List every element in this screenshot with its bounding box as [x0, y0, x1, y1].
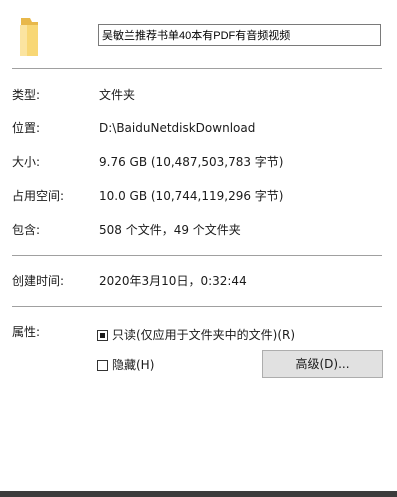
folder-name-field[interactable] [98, 24, 381, 46]
location-value: D:\BaiduNetdiskDownload [99, 121, 256, 135]
location-label: 位置: [12, 121, 41, 135]
size-label: 大小: [12, 155, 41, 169]
type-value: 文件夹 [99, 88, 136, 102]
readonly-label: 只读(仅应用于文件夹中的文件)(R) [112, 328, 296, 342]
hidden-label: 隐藏(H) [112, 358, 155, 372]
advanced-button[interactable]: 高级(D)... [262, 350, 383, 378]
hidden-checkbox[interactable] [97, 359, 108, 371]
contains-label: 包含: [12, 223, 41, 237]
readonly-option[interactable]: 只读(仅应用于文件夹中的文件)(R) [97, 327, 295, 343]
separator [12, 306, 382, 307]
created-value: 2020年3月10日，0:32:44 [99, 274, 247, 288]
folder-icon [20, 18, 38, 56]
type-label: 类型: [12, 88, 41, 102]
contains-value: 508 个文件，49 个文件夹 [99, 223, 241, 237]
readonly-checkbox[interactable] [97, 329, 108, 341]
size-on-disk-label: 占用空间: [12, 189, 65, 203]
size-value: 9.76 GB (10,487,503,783 字节) [99, 155, 284, 169]
taskbar-edge [0, 491, 397, 497]
hidden-option[interactable]: 隐藏(H) [97, 357, 154, 373]
separator [12, 68, 382, 69]
properties-dialog: 类型: 文件夹 位置: D:\BaiduNetdiskDownload 大小: … [0, 0, 397, 497]
created-label: 创建时间: [12, 274, 65, 288]
separator [12, 255, 382, 256]
attributes-label: 属性: [12, 325, 41, 339]
size-on-disk-value: 10.0 GB (10,744,119,296 字节) [99, 189, 284, 203]
